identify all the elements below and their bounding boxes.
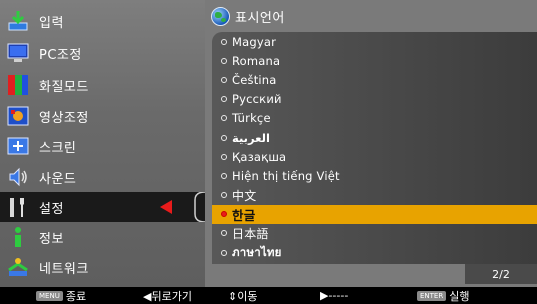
pc-monitor-icon [6, 41, 30, 65]
language-label: ภาษาไทย [232, 244, 282, 259]
menu-item-label: 설정 [39, 201, 64, 217]
language-label: Magyar [232, 34, 277, 49]
bottom-help-bar: MENU 종료 ◀뒤로가기 ⇕이동 ▶----- ENTER 실행 [0, 287, 537, 304]
enter-label: 실행 [449, 289, 470, 303]
language-option[interactable]: Romana [212, 51, 537, 70]
language-option[interactable]: Türkçe [212, 109, 537, 128]
image-adjust-icon [6, 104, 30, 128]
language-option[interactable]: العربية [212, 128, 537, 147]
projector-osd: 입력 PC조정 화질모드 영상조정 스크린 사운드 설정 정보 네트워크 표시언… [0, 0, 537, 304]
main-menu: 입력 PC조정 화질모드 영상조정 스크린 사운드 설정 정보 네트워크 [0, 0, 205, 287]
language-option[interactable]: 中文 [212, 186, 537, 205]
globe-icon [211, 6, 230, 26]
language-label: 日本語 [232, 226, 269, 241]
language-label: 한글 [232, 207, 256, 223]
radio-bullet-icon [221, 115, 227, 122]
panel-header: 표시언어 [205, 0, 537, 32]
back-hint: ◀뒤로가기 [143, 288, 192, 304]
enter-hint: ENTER 실행 [417, 288, 469, 304]
input-icon [6, 9, 30, 33]
move-label: ⇕이동 [228, 289, 258, 303]
radio-bullet-icon [221, 96, 227, 103]
menu-item-network[interactable]: 네트워크 [0, 252, 205, 282]
radio-bullet-icon [221, 38, 227, 45]
exit-label: 종료 [65, 289, 87, 303]
radio-bullet-icon [221, 211, 227, 218]
menu-item-label: 영상조정 [39, 110, 89, 126]
screen-icon [6, 134, 30, 158]
picture-mode-icon [6, 73, 30, 97]
language-label: Romana [232, 53, 281, 68]
menu-item-sound[interactable]: 사운드 [0, 162, 205, 192]
page-title: 표시언어 [235, 10, 285, 26]
menu-item-settings[interactable]: 설정 [0, 192, 205, 222]
language-list: Magyar Romana Čeština Pусский Türkçe الع… [212, 32, 537, 264]
move-hint: ⇕이동 [228, 288, 257, 304]
language-label: Қазақша [232, 149, 287, 164]
menu-item-information[interactable]: 정보 [0, 222, 205, 252]
page-indicator: 2/2 [465, 264, 537, 284]
language-label: Pусский [232, 92, 282, 107]
active-pointer-arrow [160, 200, 172, 214]
language-option[interactable]: 日本語 [212, 224, 537, 243]
selection-bracket-icon [194, 192, 205, 222]
menu-item-label: 정보 [39, 231, 64, 247]
enter-key-badge: ENTER [417, 290, 447, 301]
language-panel: 표시언어 Magyar Romana Čeština Pусский Türkç… [205, 0, 537, 287]
language-option[interactable]: Magyar [212, 32, 537, 51]
language-option[interactable]: Pусский [212, 90, 537, 109]
language-label: 中文 [232, 188, 257, 203]
language-option[interactable]: ภาษาไทย [212, 243, 537, 262]
exit-hint: MENU 종료 [36, 288, 86, 304]
menu-item-image-adjust[interactable]: 영상조정 [0, 101, 205, 131]
radio-bullet-icon [221, 249, 227, 256]
radio-bullet-icon [221, 172, 227, 179]
sound-icon [6, 165, 30, 189]
menu-item-pc-adjust[interactable]: PC조정 [0, 38, 205, 68]
information-icon [6, 225, 30, 249]
radio-bullet-icon [221, 153, 227, 160]
language-label: العربية [232, 130, 270, 145]
language-label: Čeština [232, 72, 277, 87]
language-option[interactable]: Hiện thị tiếng Việt [212, 166, 537, 185]
menu-item-input[interactable]: 입력 [0, 6, 205, 36]
network-icon [6, 255, 30, 279]
radio-bullet-icon [221, 76, 227, 83]
menu-item-screen[interactable]: 스크린 [0, 131, 205, 161]
language-label: Hiện thị tiếng Việt [232, 168, 340, 183]
next-hint: ▶----- [320, 289, 348, 302]
menu-key-badge: MENU [36, 290, 63, 301]
language-label: Türkçe [232, 111, 271, 126]
menu-item-label: 사운드 [39, 171, 77, 187]
next-label: ▶----- [320, 289, 349, 302]
radio-bullet-icon [221, 57, 227, 64]
radio-bullet-icon [221, 230, 227, 237]
back-label: ◀뒤로가기 [143, 289, 192, 303]
menu-item-label: 네트워크 [39, 261, 89, 277]
radio-bullet-icon [221, 192, 227, 199]
language-option[interactable]: Čeština [212, 70, 537, 89]
menu-item-label: 화질모드 [39, 79, 89, 95]
menu-item-label: PC조정 [39, 47, 82, 63]
language-option-selected[interactable]: 한글 [212, 204, 537, 224]
menu-item-label: 입력 [39, 15, 64, 31]
radio-bullet-icon [221, 134, 227, 141]
settings-tools-icon [6, 195, 30, 219]
menu-item-label: 스크린 [39, 140, 77, 156]
menu-item-picture-mode[interactable]: 화질모드 [0, 70, 205, 100]
language-option[interactable]: Қазақша [212, 147, 537, 166]
